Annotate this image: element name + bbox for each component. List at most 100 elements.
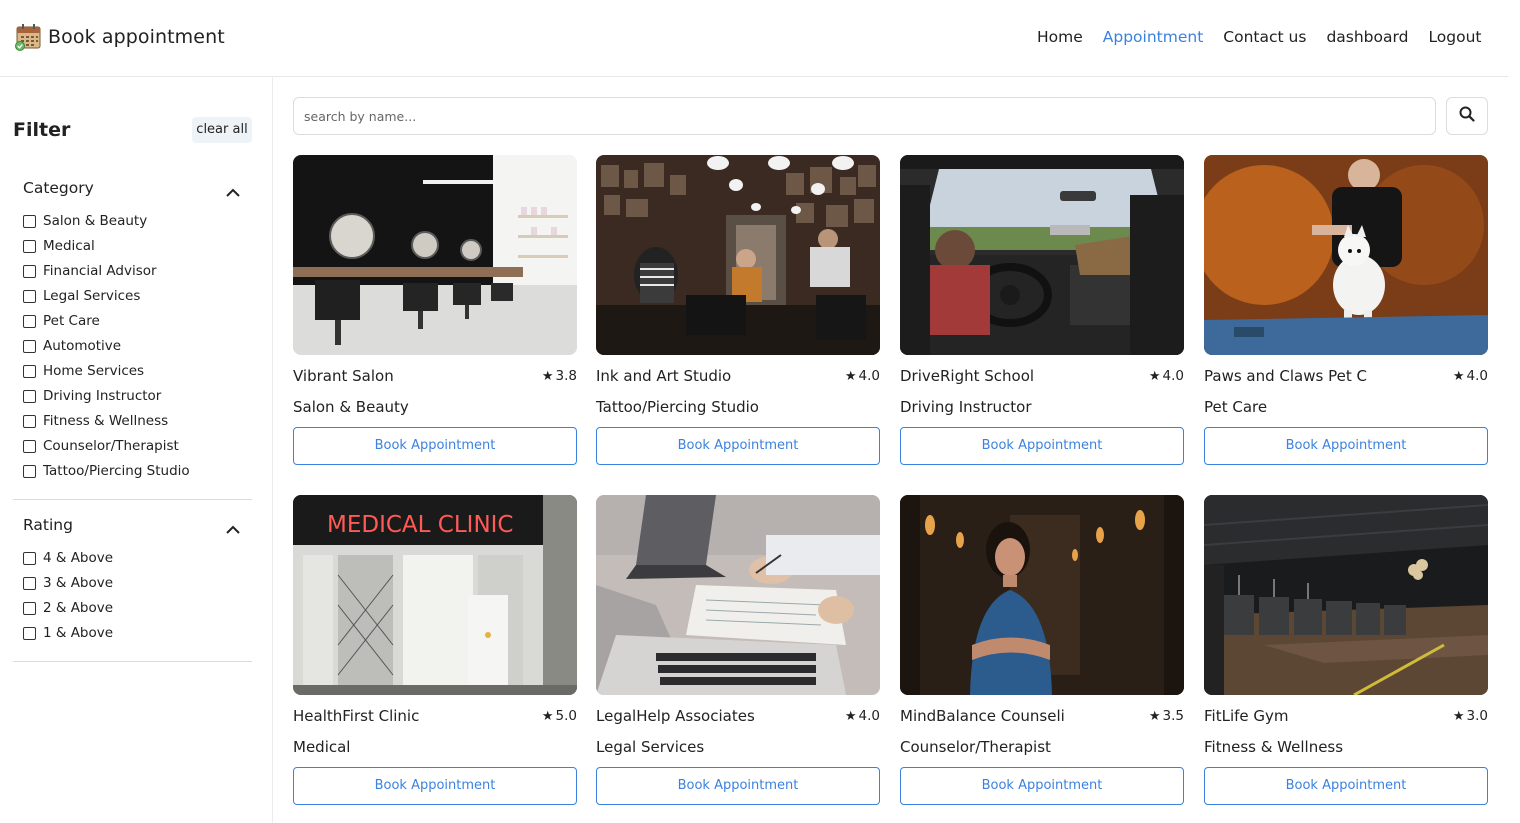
- option-label: Financial Advisor: [43, 263, 157, 279]
- nav-appointment[interactable]: Appointment: [1103, 28, 1204, 46]
- car-interior-photo[interactable]: [900, 155, 1184, 355]
- checkbox[interactable]: [23, 240, 36, 253]
- clinic-storefront-photo[interactable]: MEDICAL CLINIC: [293, 495, 577, 695]
- provider-card: LegalHelp Associates ★ 4.0 Legal Services…: [596, 495, 880, 805]
- provider-name: HealthFirst Clinic: [293, 707, 420, 725]
- tattoo-studio-photo[interactable]: [596, 155, 880, 355]
- nav-dashboard[interactable]: dashboard: [1326, 28, 1408, 46]
- provider-card: Vibrant Salon ★ 3.8 Salon & Beauty Book A…: [293, 155, 577, 465]
- chevron-up-icon[interactable]: [226, 183, 240, 197]
- checkbox[interactable]: [23, 315, 36, 328]
- option-label: Legal Services: [43, 288, 141, 304]
- book-appointment-button[interactable]: Book Appointment: [596, 427, 880, 465]
- category-option-financial-advisor[interactable]: Financial Advisor: [13, 259, 252, 284]
- checkbox[interactable]: [23, 365, 36, 378]
- rating-value: 3.8: [555, 368, 577, 384]
- provider-category: Salon & Beauty: [293, 398, 409, 416]
- category-option-legal-services[interactable]: Legal Services: [13, 284, 252, 309]
- category-option-counselor-therapist[interactable]: Counselor/Therapist: [13, 434, 252, 459]
- category-option-pet-care[interactable]: Pet Care: [13, 309, 252, 334]
- checkbox[interactable]: [23, 215, 36, 228]
- rating-option-1[interactable]: 1 & Above: [13, 621, 252, 646]
- category-header[interactable]: Category: [13, 177, 252, 201]
- checkbox[interactable]: [23, 390, 36, 403]
- option-label: Medical: [43, 238, 95, 254]
- category-option-home-services[interactable]: Home Services: [13, 359, 252, 384]
- book-appointment-button[interactable]: Book Appointment: [293, 767, 577, 805]
- provider-rating: ★ 3.5: [1149, 708, 1184, 724]
- provider-name: Vibrant Salon: [293, 367, 394, 385]
- star-icon: ★: [1148, 369, 1161, 384]
- top-navbar: Book appointment Home Appointment Contac…: [0, 0, 1508, 77]
- book-appointment-button[interactable]: Book Appointment: [293, 427, 577, 465]
- option-label: 2 & Above: [43, 600, 114, 616]
- option-label: Automotive: [43, 338, 122, 354]
- provider-category: Counselor/Therapist: [900, 738, 1051, 756]
- checkbox[interactable]: [23, 577, 36, 590]
- option-label: Fitness & Wellness: [43, 413, 169, 429]
- star-icon: ★: [844, 369, 857, 384]
- provider-card: MindBalance Counseli ★ 3.5 Counselor/Ther…: [900, 495, 1184, 805]
- nav-home[interactable]: Home: [1037, 28, 1083, 46]
- rating-option-4[interactable]: 4 & Above: [13, 546, 252, 571]
- provider-name: MindBalance Counseli: [900, 707, 1065, 725]
- gym-interior-photo[interactable]: [1204, 495, 1488, 695]
- option-label: Driving Instructor: [43, 388, 162, 404]
- rating-option-2[interactable]: 2 & Above: [13, 596, 252, 621]
- category-filter: Category Salon & Beauty Medical Financia…: [13, 177, 252, 484]
- star-icon: ★: [541, 709, 554, 724]
- option-label: 3 & Above: [43, 575, 114, 591]
- checkbox[interactable]: [23, 552, 36, 565]
- checkbox[interactable]: [23, 340, 36, 353]
- category-option-automotive[interactable]: Automotive: [13, 334, 252, 359]
- filter-title: Filter: [13, 119, 71, 141]
- category-option-medical[interactable]: Medical: [13, 234, 252, 259]
- book-appointment-button[interactable]: Book Appointment: [900, 767, 1184, 805]
- rating-header[interactable]: Rating: [13, 514, 252, 538]
- search-button[interactable]: [1446, 97, 1488, 135]
- nav-logout[interactable]: Logout: [1428, 28, 1481, 46]
- option-label: Pet Care: [43, 313, 100, 329]
- checkbox[interactable]: [23, 465, 36, 478]
- therapist-portrait-photo[interactable]: [900, 495, 1184, 695]
- option-label: Tattoo/Piercing Studio: [43, 463, 190, 479]
- rating-value: 5.0: [555, 708, 577, 724]
- divider: [13, 499, 252, 500]
- checkbox[interactable]: [23, 290, 36, 303]
- book-appointment-button[interactable]: Book Appointment: [900, 427, 1184, 465]
- category-option-fitness-wellness[interactable]: Fitness & Wellness: [13, 409, 252, 434]
- star-icon: ★: [541, 369, 554, 384]
- category-option-driving-instructor[interactable]: Driving Instructor: [13, 384, 252, 409]
- checkbox[interactable]: [23, 415, 36, 428]
- rating-option-3[interactable]: 3 & Above: [13, 571, 252, 596]
- clear-all-button[interactable]: clear all: [192, 117, 252, 143]
- provider-card: MEDICAL CLINIC HealthFirst Clinic ★ 5.0 M…: [293, 495, 577, 805]
- checkbox[interactable]: [23, 440, 36, 453]
- main-nav: Home Appointment Contact us dashboard Lo…: [1037, 28, 1502, 46]
- laptop-desk-photo[interactable]: [596, 495, 880, 695]
- provider-category: Fitness & Wellness: [1204, 738, 1344, 756]
- checkbox[interactable]: [23, 627, 36, 640]
- search-input[interactable]: [293, 97, 1436, 135]
- dog-grooming-photo[interactable]: [1204, 155, 1488, 355]
- brand[interactable]: Book appointment: [14, 22, 225, 52]
- provider-card: DriveRight School ★ 4.0 Driving Instructo…: [900, 155, 1184, 465]
- provider-rating: ★ 3.0: [1453, 708, 1488, 724]
- nav-contact-us[interactable]: Contact us: [1223, 28, 1306, 46]
- checkbox[interactable]: [23, 265, 36, 278]
- chevron-up-icon[interactable]: [226, 520, 240, 534]
- rating-value: 3.5: [1162, 708, 1184, 724]
- book-appointment-button[interactable]: Book Appointment: [1204, 427, 1488, 465]
- provider-rating: ★ 4.0: [845, 368, 880, 384]
- rating-value: 4.0: [1162, 368, 1184, 384]
- book-appointment-button[interactable]: Book Appointment: [1204, 767, 1488, 805]
- category-option-tattoo-piercing[interactable]: Tattoo/Piercing Studio: [13, 459, 252, 484]
- provider-name: FitLife Gym: [1204, 707, 1289, 725]
- category-option-salon-beauty[interactable]: Salon & Beauty: [13, 209, 252, 234]
- checkbox[interactable]: [23, 602, 36, 615]
- brand-title: Book appointment: [48, 26, 225, 48]
- calendar-icon: [14, 22, 42, 52]
- book-appointment-button[interactable]: Book Appointment: [596, 767, 880, 805]
- provider-rating: ★ 3.8: [542, 368, 577, 384]
- salon-photo[interactable]: [293, 155, 577, 355]
